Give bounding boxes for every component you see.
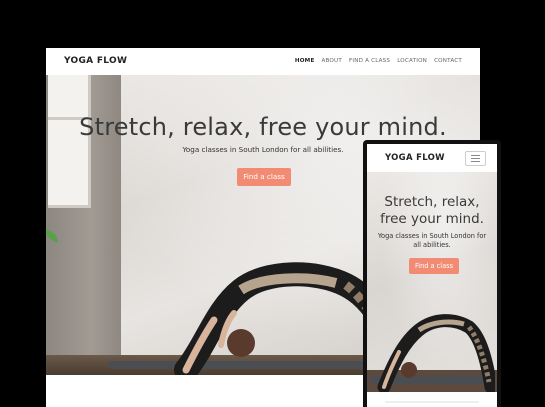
nav-link-location[interactable]: LOCATION (397, 48, 427, 75)
mobile-below-fold (367, 392, 497, 407)
mobile-mockup: YOGA FLOW Stretch, relax, free your mind… (367, 144, 497, 407)
brand-logo[interactable]: YOGA FLOW (64, 48, 127, 75)
mobile-hero-title-line2: free your mind. (380, 211, 484, 227)
desktop-nav-links: HOME ABOUT FIND A CLASS LOCATION CONTACT (295, 48, 462, 75)
hamburger-menu-icon[interactable] (465, 151, 486, 166)
desktop-navbar: YOGA FLOW HOME ABOUT FIND A CLASS LOCATI… (46, 48, 480, 75)
nav-link-contact[interactable]: CONTACT (434, 48, 462, 75)
mobile-hero-title-line1: Stretch, relax, (384, 194, 480, 210)
mobile-hero-subtitle: Yoga classes in South London for all abi… (377, 232, 487, 249)
mobile-brand-logo[interactable]: YOGA FLOW (385, 144, 445, 172)
mobile-navbar: YOGA FLOW (367, 144, 497, 172)
hero-title: Stretch, relax, free your mind. (79, 113, 447, 141)
mobile-find-a-class-button[interactable]: Find a class (409, 258, 459, 274)
hero-window (48, 75, 91, 208)
nav-link-about[interactable]: ABOUT (321, 48, 341, 75)
plant-leaf-graphic (46, 229, 58, 243)
mobile-device-frame: YOGA FLOW Stretch, relax, free your mind… (363, 140, 501, 407)
mobile-yoga-figure-graphic (377, 314, 495, 392)
mobile-hero: Stretch, relax, free your mind. Yoga cla… (367, 172, 497, 392)
nav-link-home[interactable]: HOME (295, 48, 315, 75)
mobile-hero-title: Stretch, relax, free your mind. (367, 194, 497, 228)
nav-link-find-a-class[interactable]: FIND A CLASS (349, 48, 390, 75)
find-a-class-button[interactable]: Find a class (237, 168, 291, 186)
